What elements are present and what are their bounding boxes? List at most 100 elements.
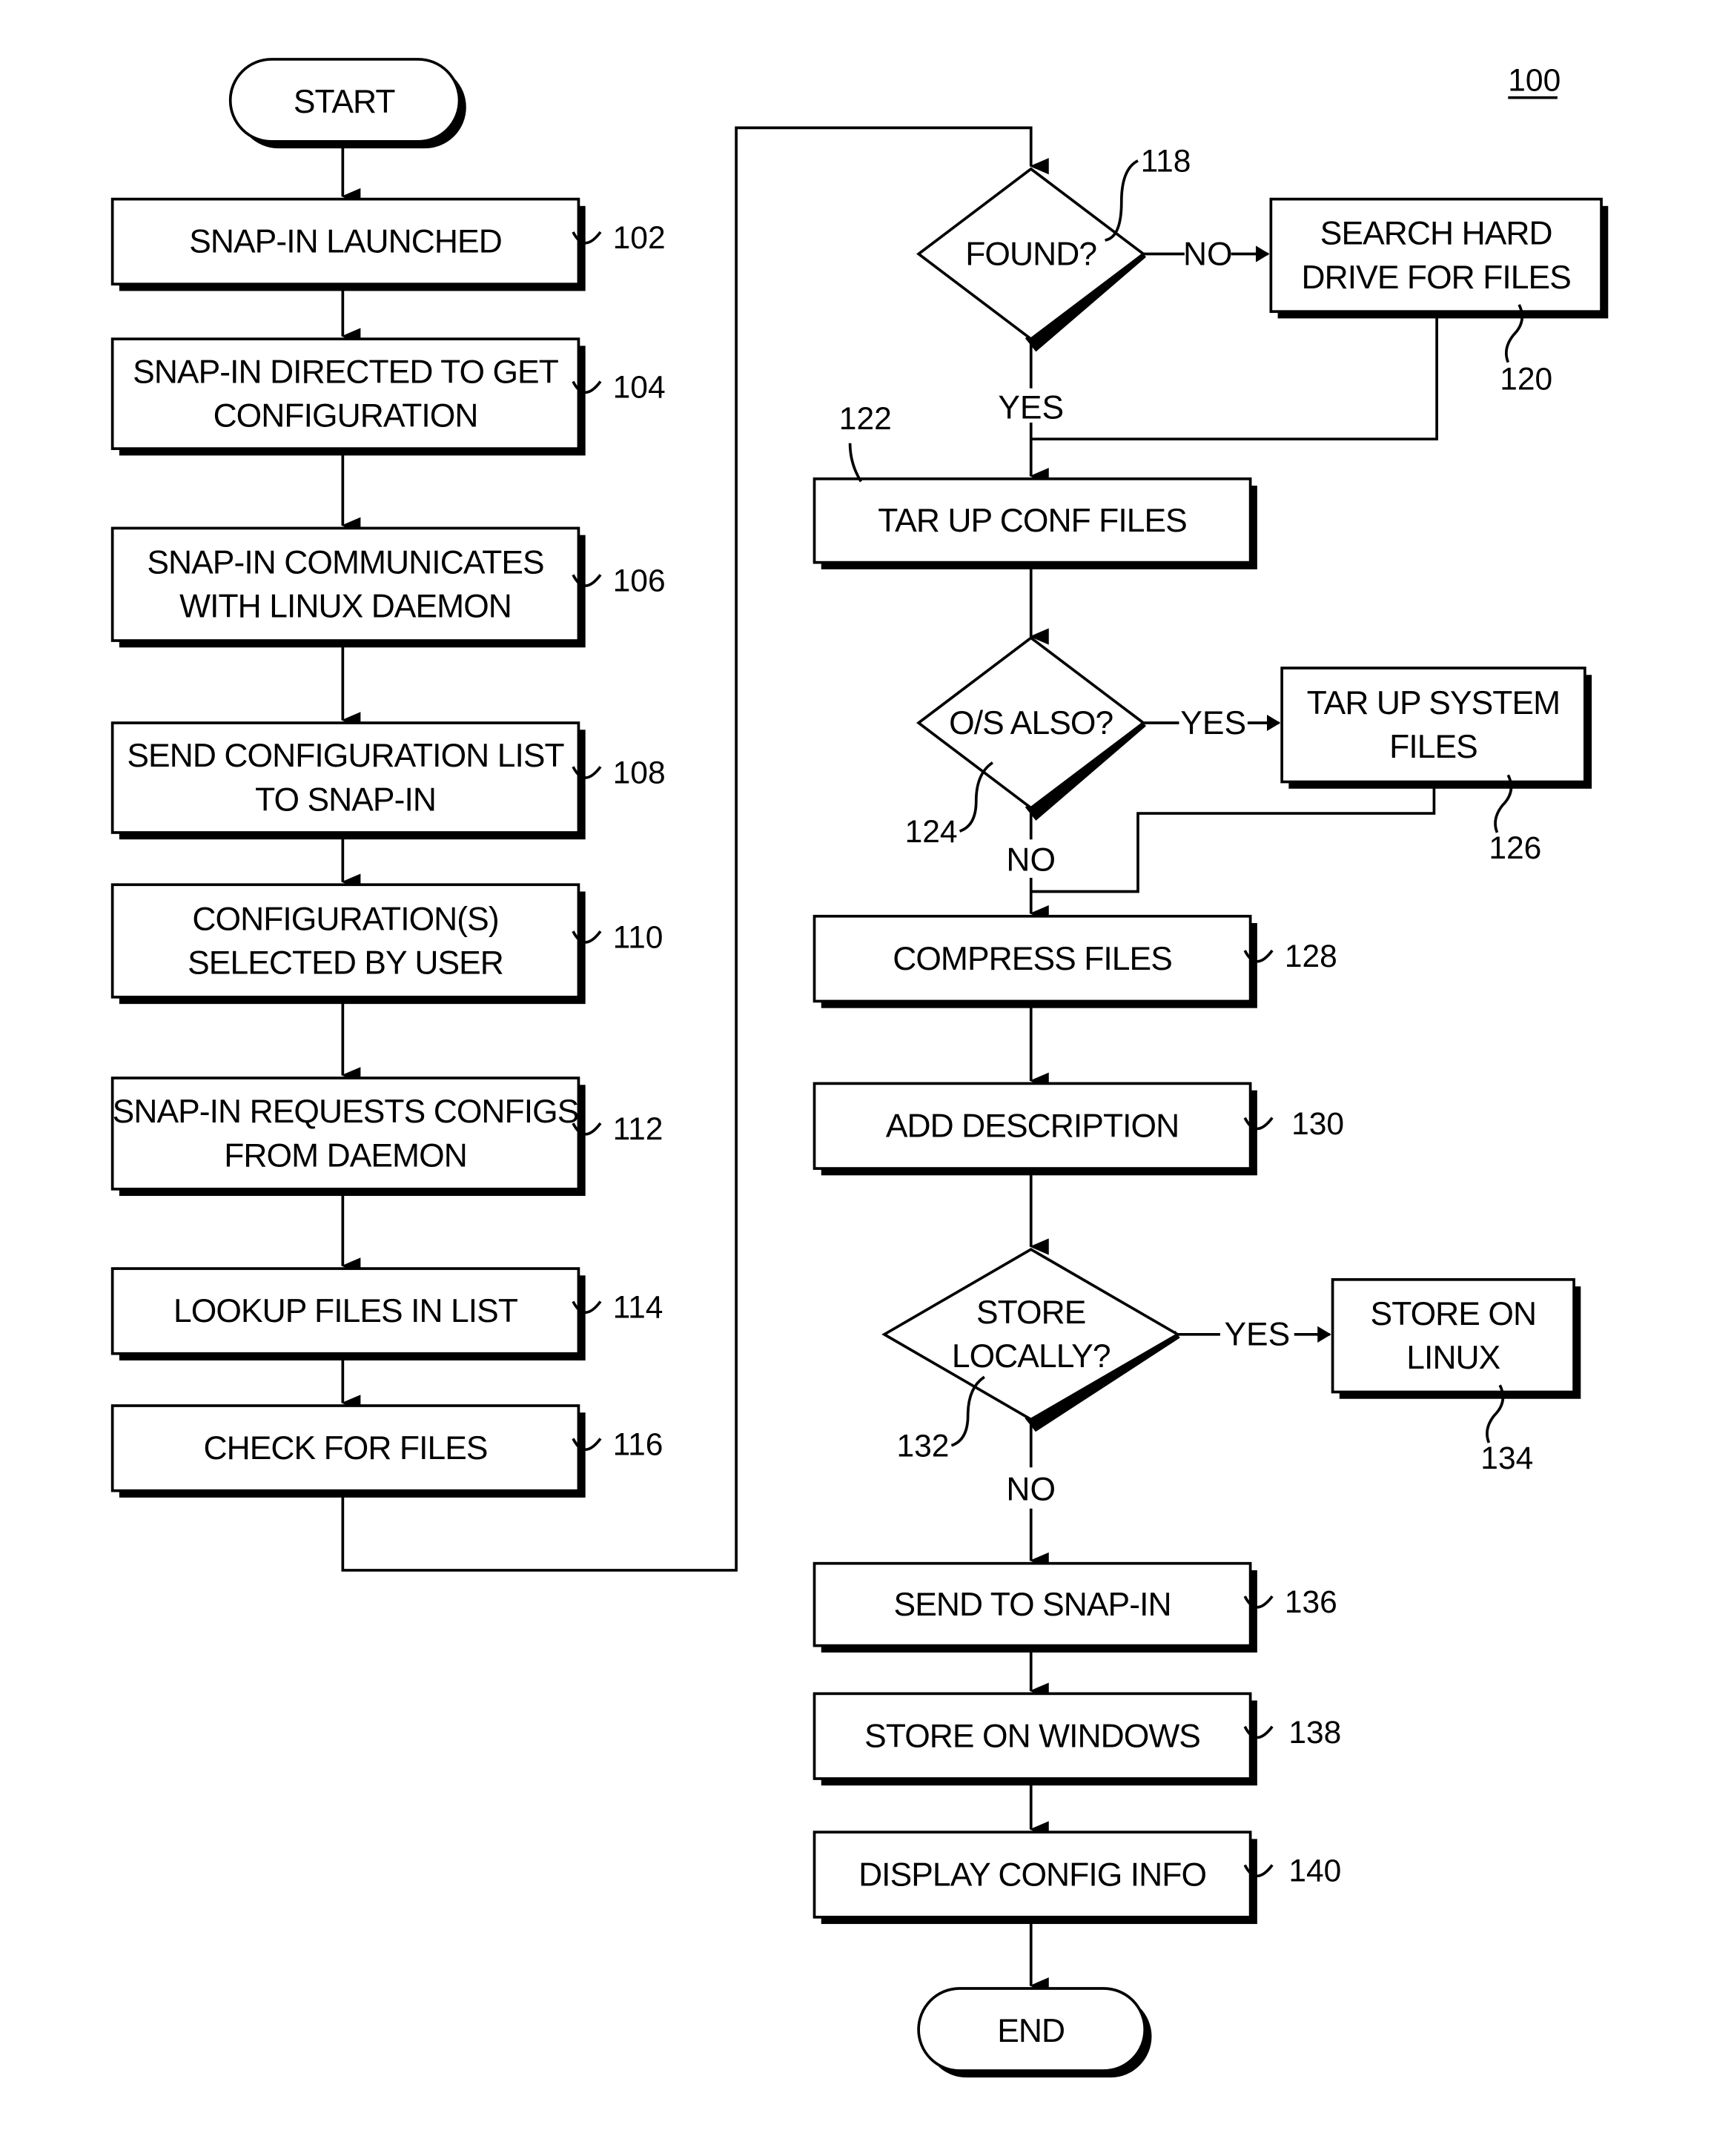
line-126-128 <box>1030 784 1436 893</box>
reference-number-text: 130 <box>1291 1106 1344 1142</box>
process-box-text: TO SNAP-IN <box>255 781 436 818</box>
process-box-text: TAR UP CONF FILES <box>878 503 1187 539</box>
process-box-122: TAR UP CONF FILES <box>813 477 1257 569</box>
reference-number-text: 120 <box>1500 362 1552 397</box>
process-box-114: LOOKUP FILES IN LIST <box>110 1267 586 1360</box>
decision-diamond-124: O/S ALSO? <box>916 636 1146 821</box>
process-box-134: STORE ON LINUX <box>1331 1278 1581 1399</box>
process-box-108: SEND CONFIGURATION LIST TO SNAP-IN <box>110 721 586 840</box>
reference-number-text: 132 <box>896 1428 949 1464</box>
reference-number-120: 120 <box>1500 304 1552 397</box>
process-box-110: CONFIGURATION(S) SELECTED BY USER <box>110 883 586 1005</box>
process-box-text: SELECTED BY USER <box>188 945 503 981</box>
reference-number-128: 128 <box>1243 939 1337 974</box>
process-box-140: DISPLAY CONFIG INFO <box>813 1831 1257 1925</box>
decision-text: O/S ALSO? <box>949 705 1113 741</box>
process-box-112: SNAP-IN REQUESTS CONFIGS FROM DAEMON <box>110 1077 586 1197</box>
reference-number-text: 116 <box>613 1427 663 1463</box>
process-box-text: SEARCH HARD <box>1320 216 1552 252</box>
decision-text: LOCALLY? <box>952 1338 1111 1375</box>
process-box-text: CONFIGURATION <box>214 398 478 434</box>
reference-number-138: 138 <box>1243 1715 1341 1750</box>
reference-number-104: 104 <box>572 370 666 406</box>
terminal-end-text: END <box>997 2013 1065 2049</box>
process-box-text: SNAP-IN LAUNCHED <box>189 224 502 260</box>
reference-number-130: 130 <box>1243 1106 1344 1142</box>
label-132-yes: YES <box>1224 1317 1290 1353</box>
process-box-text: SNAP-IN REQUESTS CONFIGS <box>113 1094 579 1130</box>
process-box-text: SEND TO SNAP-IN <box>894 1587 1171 1623</box>
reference-number-text: 124 <box>905 814 958 850</box>
label-118-no: NO <box>1183 236 1233 272</box>
label-124-no: NO <box>1006 842 1056 879</box>
reference-number-118: 118 <box>1105 144 1191 242</box>
process-box-102: SNAP-IN LAUNCHED <box>110 197 586 291</box>
reference-number-110: 110 <box>572 919 663 955</box>
reference-number-text: 110 <box>613 919 663 955</box>
process-box-136: SEND TO SNAP-IN <box>813 1561 1257 1653</box>
line-120-122 <box>1030 314 1438 441</box>
terminal-start-text: START <box>294 84 396 120</box>
process-box-text: LOOKUP FILES IN LIST <box>173 1293 518 1329</box>
process-box-116: CHECK FOR FILES <box>110 1404 586 1498</box>
reference-number-text: 112 <box>613 1111 663 1147</box>
reference-number-106: 106 <box>572 563 666 598</box>
process-box-104: SNAP-IN DIRECTED TO GET CONFIGURATION <box>110 337 586 456</box>
label-132-no: NO <box>1006 1472 1056 1508</box>
reference-number-text: 136 <box>1285 1584 1337 1620</box>
decision-text: STORE <box>976 1294 1085 1331</box>
process-box-text: COMPRESS FILES <box>893 941 1172 977</box>
terminal-end: END <box>917 1987 1152 2078</box>
process-box-120: SEARCH HARD DRIVE FOR FILES <box>1269 197 1609 319</box>
reference-number-text: 102 <box>613 220 666 256</box>
process-box-text: TAR UP SYSTEM <box>1307 685 1560 721</box>
process-box-text: STORE ON <box>1371 1296 1537 1332</box>
process-box-text: WITH LINUX DAEMON <box>179 589 512 625</box>
reference-number-text: 140 <box>1288 1854 1341 1889</box>
process-box-128: COMPRESS FILES <box>813 914 1257 1008</box>
figure-number: 100 <box>1508 62 1561 99</box>
reference-number-text: 108 <box>613 755 666 790</box>
reference-number-112: 112 <box>572 1111 663 1147</box>
decision-diamond-132: STORE LOCALLY? <box>881 1248 1181 1432</box>
leader-line <box>848 443 862 483</box>
decision-diamond-118: FOUND? <box>916 167 1146 352</box>
process-box-text: STORE ON WINDOWS <box>864 1718 1200 1754</box>
reference-number-102: 102 <box>572 220 666 256</box>
process-box-text: DISPLAY CONFIG INFO <box>858 1856 1206 1893</box>
process-box-130: ADD DESCRIPTION <box>813 1082 1257 1176</box>
label-118-yes: YES <box>998 389 1064 426</box>
reference-number-text: 122 <box>839 401 892 437</box>
process-box-text: LINUX <box>1406 1340 1500 1376</box>
process-box-text: FROM DAEMON <box>224 1137 467 1174</box>
process-box-106: SNAP-IN COMMUNICATES WITH LINUX DAEMON <box>110 526 586 648</box>
process-box-126: TAR UP SYSTEM FILES <box>1280 667 1592 789</box>
reference-number-text: 138 <box>1288 1715 1341 1750</box>
process-box-text: SNAP-IN DIRECTED TO GET <box>133 354 559 390</box>
reference-number-text: 134 <box>1480 1441 1533 1476</box>
process-box-text: DRIVE FOR FILES <box>1302 259 1571 296</box>
reference-number-114: 114 <box>572 1290 663 1326</box>
reference-number-text: 106 <box>613 563 666 598</box>
process-box-text: SEND CONFIGURATION LIST <box>127 738 564 774</box>
reference-number-text: 114 <box>613 1290 663 1326</box>
reference-number-text: 128 <box>1285 939 1337 974</box>
figure-number-text: 100 <box>1508 62 1561 98</box>
reference-number-text: 126 <box>1489 830 1541 866</box>
flowchart: 100 NO YES YES NO YES NO START END SNAP-… <box>110 58 1609 2078</box>
reference-number-140: 140 <box>1243 1854 1341 1889</box>
process-box-text: ADD DESCRIPTION <box>886 1108 1179 1145</box>
process-box-text: CHECK FOR FILES <box>203 1430 487 1466</box>
reference-number-text: 104 <box>613 370 666 406</box>
reference-number-text: 118 <box>1141 144 1191 179</box>
process-box-text: FILES <box>1389 729 1477 765</box>
terminal-start: START <box>228 58 466 149</box>
process-box-text: CONFIGURATION(S) <box>192 901 498 937</box>
label-124-yes: YES <box>1180 705 1246 741</box>
decision-text: FOUND? <box>965 236 1096 272</box>
reference-number-136: 136 <box>1243 1584 1337 1620</box>
process-box-138: STORE ON WINDOWS <box>813 1692 1257 1786</box>
reference-number-108: 108 <box>572 755 666 790</box>
reference-number-116: 116 <box>572 1427 663 1463</box>
reference-number-122: 122 <box>839 401 892 483</box>
